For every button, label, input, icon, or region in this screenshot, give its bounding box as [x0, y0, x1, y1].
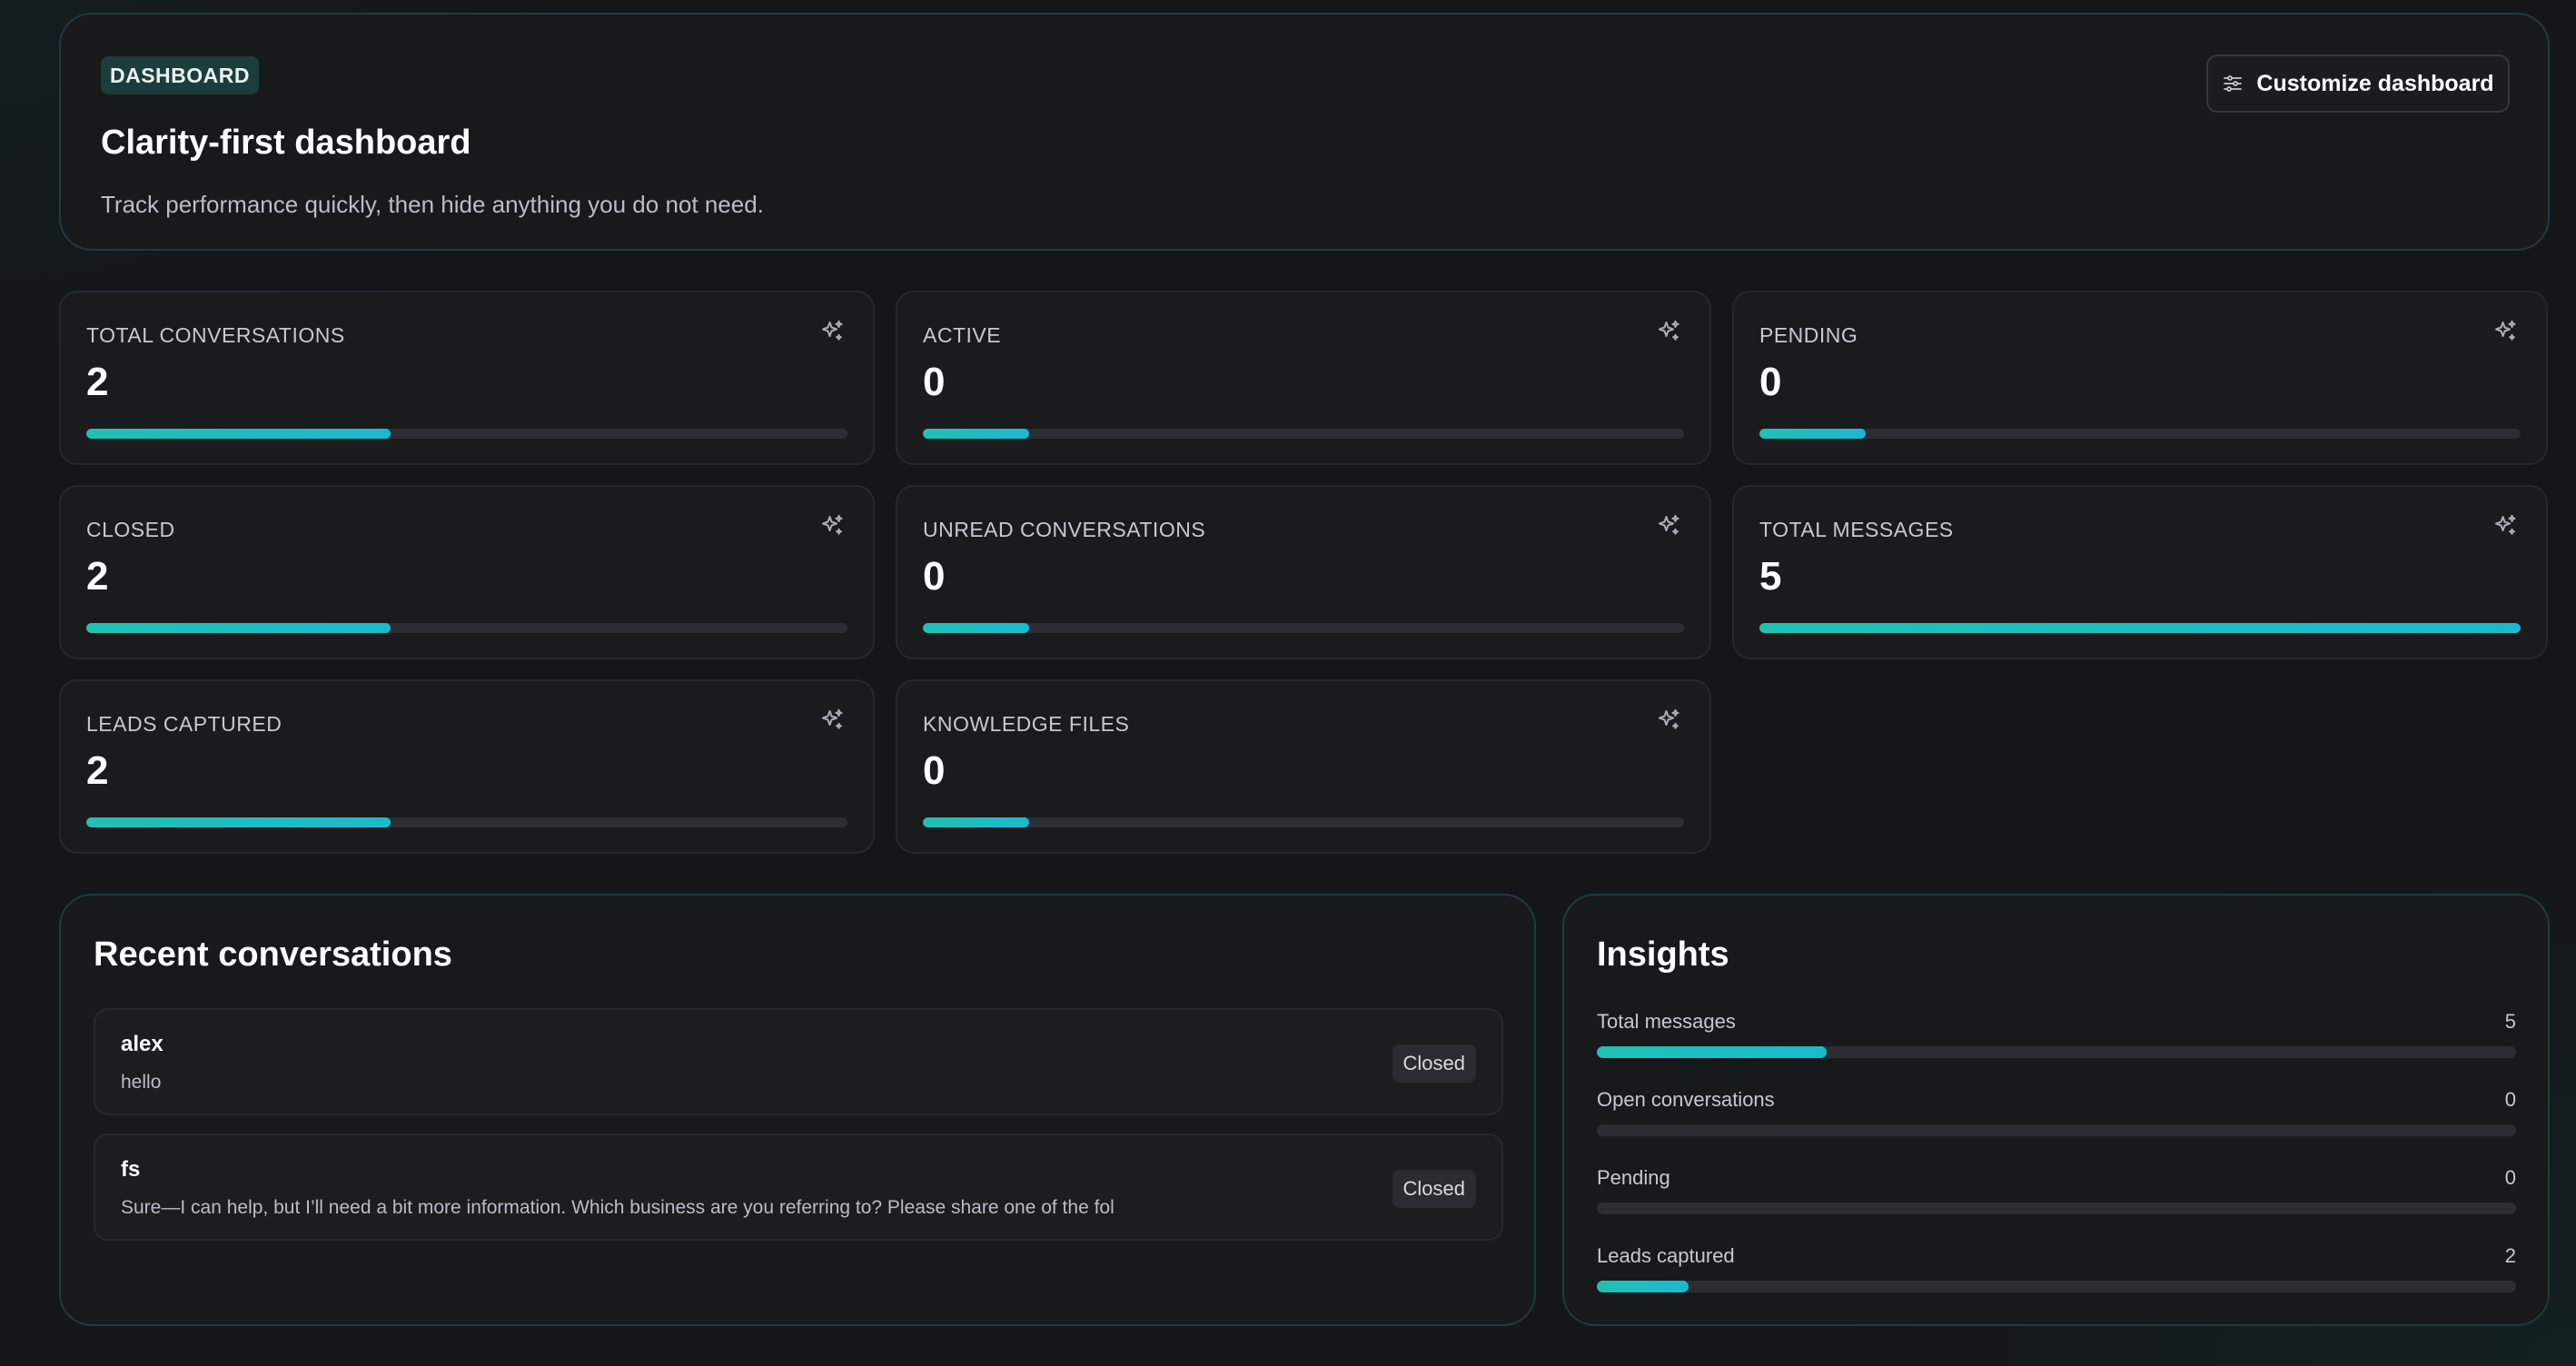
sparkles-icon[interactable]: [1655, 512, 1682, 539]
conversation-preview: hello: [121, 1072, 162, 1093]
stat-card: CLOSED 2: [59, 485, 875, 659]
stat-card: TOTAL CONVERSATIONS 2: [59, 291, 875, 465]
stat-progress-fill: [1759, 623, 2521, 633]
dashboard-page: DASHBOARD Clarity-first dashboard Track …: [0, 0, 2576, 1366]
stat-value: 2: [86, 554, 109, 599]
stat-card: UNREAD CONVERSATIONS 0: [896, 485, 1711, 659]
insight-value: 5: [2504, 1010, 2516, 1033]
insight-row: Open conversations 0: [1597, 1088, 2516, 1143]
stat-value: 0: [923, 360, 946, 404]
customize-dashboard-button[interactable]: Customize dashboard: [2206, 54, 2510, 113]
stat-label: TOTAL MESSAGES: [1759, 518, 1954, 541]
page-subtitle: Track performance quickly, then hide any…: [101, 191, 764, 218]
stat-card: ACTIVE 0: [896, 291, 1711, 465]
insight-progress-fill: [1597, 1281, 1689, 1292]
insight-row: Leads captured 2: [1597, 1244, 2516, 1299]
stat-value: 5: [1759, 554, 1782, 599]
insight-label: Open conversations: [1597, 1088, 1775, 1111]
conversation-item[interactable]: fs Sure—I can help, but I’ll need a bit …: [94, 1133, 1503, 1241]
conversation-name: alex: [121, 1032, 163, 1056]
stat-label: TOTAL CONVERSATIONS: [86, 323, 345, 347]
insight-label: Leads captured: [1597, 1244, 1735, 1267]
recent-conversations-panel: Recent conversations alex hello Closed f…: [59, 894, 1536, 1326]
stat-label: LEADS CAPTURED: [86, 712, 282, 736]
insight-progress-track: [1597, 1203, 2516, 1214]
stat-progress-track: [86, 623, 847, 633]
stat-value: 0: [923, 554, 946, 599]
status-badge: Closed: [1392, 1170, 1476, 1208]
insight-row: Total messages 5: [1597, 1010, 2516, 1064]
stat-progress-track: [923, 429, 1684, 439]
sparkles-icon[interactable]: [818, 707, 846, 734]
conversation-item[interactable]: alex hello Closed: [94, 1008, 1503, 1115]
conversation-name: fs: [121, 1157, 141, 1182]
stat-value: 0: [923, 748, 946, 793]
stat-card: PENDING 0: [1732, 291, 2548, 465]
stat-progress-track: [86, 817, 847, 827]
conversation-preview: Sure—I can help, but I’ll need a bit mor…: [121, 1197, 1115, 1218]
insight-progress-track: [1597, 1124, 2516, 1136]
insight-progress-track: [1597, 1046, 2516, 1058]
stat-progress-track: [1759, 429, 2521, 439]
stat-label: CLOSED: [86, 518, 175, 541]
stat-label: PENDING: [1759, 323, 1858, 347]
insight-value: 0: [2504, 1088, 2516, 1111]
stat-card: KNOWLEDGE FILES 0: [896, 679, 1711, 854]
insights-panel: Insights Total messages 5 Open conversat…: [1562, 894, 2550, 1326]
sparkles-icon[interactable]: [1655, 707, 1682, 734]
recent-conversations-title: Recent conversations: [94, 935, 452, 974]
sparkles-icon[interactable]: [818, 512, 846, 539]
stat-card: LEADS CAPTURED 2: [59, 679, 875, 854]
insight-value: 0: [2504, 1166, 2516, 1189]
page-title: Clarity-first dashboard: [101, 124, 471, 162]
stat-label: UNREAD CONVERSATIONS: [923, 518, 1206, 541]
dashboard-header-card: DASHBOARD Clarity-first dashboard Track …: [59, 13, 2550, 251]
stat-progress-fill: [1759, 429, 1867, 439]
stat-progress-fill: [86, 429, 391, 439]
insight-value: 2: [2504, 1244, 2516, 1267]
insight-label: Total messages: [1597, 1010, 1736, 1033]
stat-progress-fill: [923, 623, 1030, 633]
sparkles-icon[interactable]: [2492, 512, 2519, 539]
insight-row: Pending 0: [1597, 1166, 2516, 1221]
section-badge: DASHBOARD: [101, 56, 259, 94]
insight-label: Pending: [1597, 1166, 1670, 1189]
stat-label: ACTIVE: [923, 323, 1002, 347]
status-badge: Closed: [1392, 1044, 1476, 1083]
stat-progress-track: [1759, 623, 2521, 633]
stat-value: 0: [1759, 360, 1782, 404]
stat-progress-fill: [86, 817, 391, 827]
stat-progress-fill: [86, 623, 391, 633]
sparkles-icon[interactable]: [818, 318, 846, 345]
stat-progress-track: [86, 429, 847, 439]
insight-progress-track: [1597, 1281, 2516, 1292]
stat-value: 2: [86, 748, 109, 793]
stat-value: 2: [86, 360, 109, 404]
insight-progress-fill: [1597, 1046, 1827, 1058]
stat-label: KNOWLEDGE FILES: [923, 712, 1130, 736]
stat-card: TOTAL MESSAGES 5: [1732, 485, 2548, 659]
stat-progress-fill: [923, 817, 1030, 827]
stat-progress-track: [923, 817, 1684, 827]
insights-title: Insights: [1597, 935, 1729, 974]
sliders-icon: [2224, 75, 2243, 92]
stat-progress-track: [923, 623, 1684, 633]
customize-dashboard-label: Customize dashboard: [2256, 70, 2494, 96]
sparkles-icon[interactable]: [1655, 318, 1682, 345]
stat-progress-fill: [923, 429, 1030, 439]
sparkles-icon[interactable]: [2492, 318, 2519, 345]
